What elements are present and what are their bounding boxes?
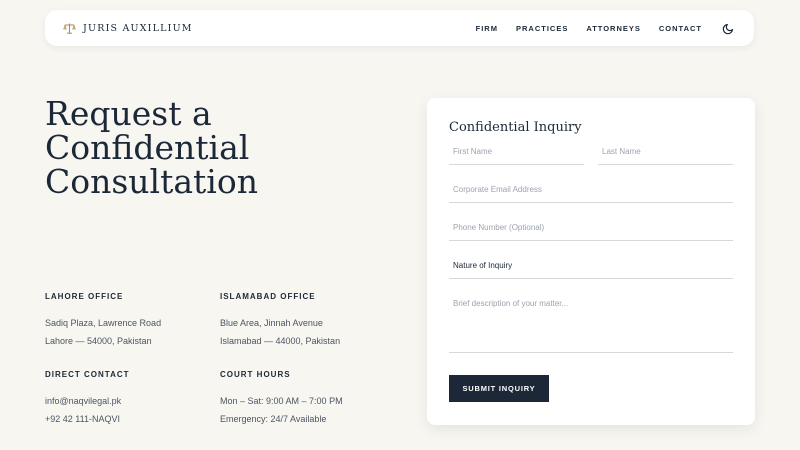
contact-phone[interactable]: +92 42 111-NAQVI [45, 410, 220, 428]
lahore-office-heading: LAHORE OFFICE [45, 292, 124, 301]
islamabad-office-heading: ISLAMABAD OFFICE [220, 292, 316, 301]
court-hours-heading: COURT HOURS [220, 370, 291, 379]
first-name-input[interactable]: First Name [449, 147, 584, 165]
brand-name: JURIS AUXILLIUM [83, 22, 193, 34]
nav-link-practices[interactable]: PRACTICES [516, 24, 568, 33]
top-navbar: JURIS AUXILLIUM FIRM PRACTICES ATTORNEYS… [45, 10, 754, 46]
court-hours-emergency: Emergency: 24/7 Available [220, 414, 327, 424]
nav-link-contact[interactable]: CONTACT [659, 24, 702, 33]
title-line: Consultation [45, 162, 258, 201]
description-textarea[interactable]: Brief description of your matter... [449, 299, 733, 353]
name-row: First Name Last Name [449, 147, 733, 165]
submit-button[interactable]: SUBMIT INQUIRY [449, 375, 549, 402]
last-name-input[interactable]: Last Name [598, 147, 733, 165]
direct-contact: DIRECT CONTACT info@naqvilegal.pk +92 42… [45, 370, 220, 428]
lahore-office: LAHORE OFFICE Sadiq Plaza, Lawrence Road… [45, 292, 220, 350]
nav-link-firm[interactable]: FIRM [476, 24, 498, 33]
moon-icon[interactable] [722, 21, 736, 35]
lahore-address-line2: Lahore — 54000, Pakistan [45, 336, 152, 346]
form-title: Confidential Inquiry [449, 120, 582, 135]
nav-links: FIRM PRACTICES ATTORNEYS CONTACT [458, 21, 736, 35]
nav-link-attorneys[interactable]: ATTORNEYS [586, 24, 641, 33]
lahore-address-line1: Sadiq Plaza, Lawrence Road [45, 318, 162, 328]
phone-input[interactable]: Phone Number (Optional) [449, 223, 733, 241]
islamabad-office: ISLAMABAD OFFICE Blue Area, Jinnah Avenu… [220, 292, 385, 350]
islamabad-address-line2: Islamabad — 44000, Pakistan [220, 336, 341, 346]
contact-email[interactable]: info@naqvilegal.pk [45, 392, 220, 410]
direct-contact-heading: DIRECT CONTACT [45, 370, 130, 379]
page-title: Request a Confidential Consultation [45, 97, 385, 199]
office-info: LAHORE OFFICE Sadiq Plaza, Lawrence Road… [45, 292, 385, 428]
scales-icon [63, 22, 76, 35]
islamabad-address-line1: Blue Area, Jinnah Avenue [220, 318, 323, 328]
inquiry-nature-select[interactable]: Nature of Inquiry [449, 261, 733, 279]
court-hours: COURT HOURS Mon – Sat: 9:00 AM – 7:00 PM… [220, 370, 385, 428]
email-input[interactable]: Corporate Email Address [449, 185, 733, 203]
inquiry-form-card: Confidential Inquiry First Name Last Nam… [427, 98, 755, 425]
court-hours-weekday: Mon – Sat: 9:00 AM – 7:00 PM [220, 396, 343, 406]
brand-logo[interactable]: JURIS AUXILLIUM [63, 22, 193, 35]
